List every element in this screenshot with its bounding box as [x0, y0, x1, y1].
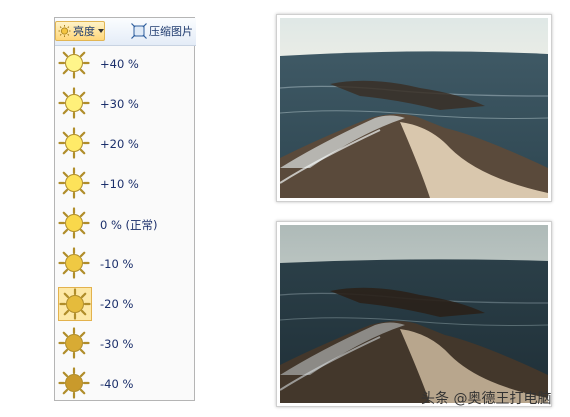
brightness-button-label: 亮度	[73, 25, 95, 38]
sun-icon	[58, 287, 92, 321]
compress-pictures-icon	[131, 23, 147, 39]
chevron-down-icon	[98, 29, 104, 33]
brightness-option[interactable]: -30 %	[55, 325, 194, 365]
watermark-text: 头条 @奥德王打电脑	[421, 391, 552, 407]
brightness-option[interactable]: +20 %	[55, 125, 194, 165]
brightness-option-label: -30 %	[100, 337, 134, 351]
original-photo-frame	[276, 14, 552, 202]
compress-pictures-button[interactable]: 压缩图片	[131, 21, 197, 41]
brightness-option[interactable]: -20 %	[55, 285, 194, 325]
sun-icon	[58, 207, 92, 241]
sun-icon	[58, 47, 92, 81]
picture-toolbar: 亮度 压缩图片	[55, 18, 196, 46]
brightness-dropdown-panel: 亮度 压缩图片 +40 % +30 % +20 % +10 % 0 % (正常) -10 …	[54, 17, 196, 401]
brightness-button[interactable]: 亮度	[55, 21, 105, 41]
sun-icon	[58, 247, 92, 281]
sun-icon	[58, 367, 92, 401]
brightness-option-label: +30 %	[100, 97, 139, 111]
original-seascape-photo	[280, 18, 548, 198]
brightness-option-label: +10 %	[100, 177, 139, 191]
brightness-option[interactable]: +30 %	[55, 85, 194, 125]
sun-icon	[58, 327, 92, 361]
brightness-option-label: -20 %	[100, 297, 134, 311]
brightness-option[interactable]: -40 %	[55, 365, 194, 405]
brightness-option[interactable]: +40 %	[55, 45, 194, 85]
adjusted-seascape-photo	[280, 225, 548, 403]
sun-icon	[58, 167, 92, 201]
sun-icon	[58, 87, 92, 121]
brightness-option-label: +20 %	[100, 137, 139, 151]
brightness-option-label: 0 % (正常)	[100, 218, 158, 232]
brightness-icon	[58, 24, 71, 38]
brightness-option[interactable]: 0 % (正常)	[55, 205, 194, 245]
sun-icon	[58, 127, 92, 161]
brightness-option-label: +40 %	[100, 57, 139, 71]
brightness-option-label: -10 %	[100, 257, 134, 271]
adjusted-photo-frame	[276, 221, 552, 407]
compress-pictures-label: 压缩图片	[149, 25, 193, 38]
brightness-option-label: -40 %	[100, 377, 134, 391]
brightness-option[interactable]: -10 %	[55, 245, 194, 285]
brightness-option[interactable]: +10 %	[55, 165, 194, 205]
